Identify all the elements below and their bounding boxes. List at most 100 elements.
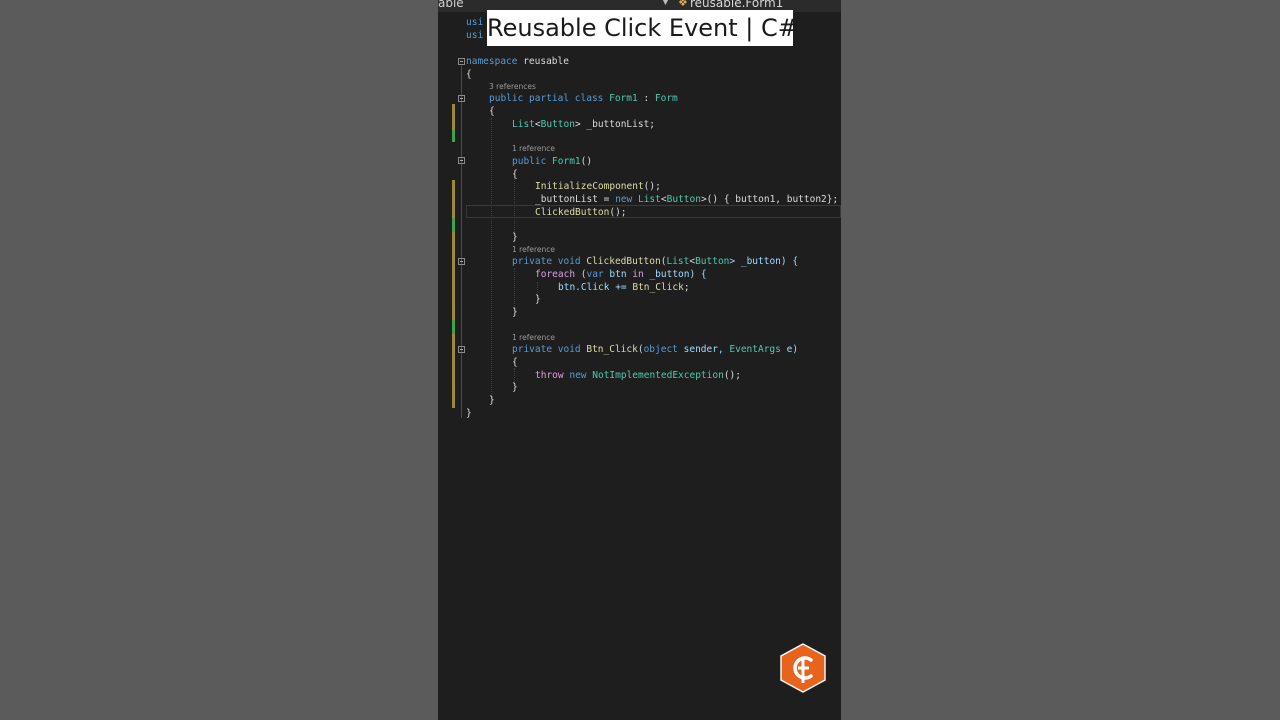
code-line-brace[interactable]: { bbox=[512, 168, 518, 181]
code-line-namespace[interactable]: namespace reusable bbox=[466, 55, 569, 68]
type-name: NotImplementedException bbox=[592, 370, 724, 381]
brace: { bbox=[512, 169, 518, 180]
keyword: public bbox=[512, 156, 547, 167]
punctuation: ; bbox=[683, 282, 690, 293]
method-name: ClickedButton bbox=[535, 207, 610, 218]
brace: } bbox=[535, 294, 541, 305]
keyword: namespace bbox=[466, 56, 518, 67]
identifier: _buttonList = bbox=[535, 194, 616, 205]
code-line-brace[interactable]: } bbox=[489, 394, 495, 407]
change-indicator bbox=[452, 320, 455, 334]
right-letterbox bbox=[841, 0, 1280, 720]
code-line-brace[interactable]: { bbox=[489, 105, 495, 118]
code-line-brace[interactable]: } bbox=[535, 293, 541, 306]
code-line-constructor[interactable]: public Form1() bbox=[512, 155, 592, 168]
codelens-references[interactable]: 3 references bbox=[489, 82, 536, 92]
video-title-banner: Reusable Click Event | C# bbox=[487, 10, 798, 46]
method-name: Btn_Click bbox=[632, 282, 684, 293]
method-name: ClickedButton bbox=[580, 256, 661, 267]
type-name: List bbox=[637, 194, 661, 205]
keyword: var bbox=[586, 269, 604, 280]
code-line-brace[interactable]: } bbox=[512, 306, 518, 319]
control-keyword: in bbox=[632, 269, 644, 280]
brace: { bbox=[466, 69, 472, 80]
code-line-brace[interactable]: } bbox=[512, 381, 518, 394]
code-area[interactable]: usi usi namespace reusable { 3 reference… bbox=[438, 0, 841, 720]
parameter: > _button) { bbox=[729, 256, 799, 267]
code-editor[interactable]: able ▼ ❖ reusable.Form1 usi usi namespac… bbox=[438, 0, 841, 720]
punctuation: ( bbox=[575, 269, 587, 280]
csharp-logo-icon bbox=[780, 643, 826, 693]
identifier: >() { button1, button2}; bbox=[700, 194, 839, 205]
change-indicator bbox=[452, 218, 455, 232]
collapse-icon[interactable] bbox=[458, 157, 465, 164]
code-line-throw[interactable]: throw new NotImplementedException(); bbox=[535, 369, 741, 382]
punctuation: (); bbox=[723, 370, 741, 381]
keyword: new bbox=[615, 194, 633, 205]
parameter: e) bbox=[780, 344, 799, 355]
control-keyword: foreach bbox=[535, 269, 576, 280]
method-name: Btn_Click bbox=[580, 344, 638, 355]
identifier: btn.Click += bbox=[558, 282, 633, 293]
code-line-brace[interactable]: } bbox=[512, 231, 518, 244]
type-name: Form1 bbox=[546, 156, 581, 167]
change-indicator bbox=[452, 180, 455, 408]
keyword: new bbox=[569, 370, 587, 381]
codelens-references[interactable]: 1 reference bbox=[512, 245, 555, 255]
left-letterbox bbox=[0, 0, 438, 720]
codelens-references[interactable]: 1 reference bbox=[512, 333, 555, 343]
collapse-icon[interactable] bbox=[458, 58, 465, 65]
brace: { bbox=[489, 106, 495, 117]
type-name: EventArgs bbox=[729, 344, 781, 355]
code-line-foreach[interactable]: foreach (var btn in _button) { bbox=[535, 268, 707, 281]
method-name: InitializeComponent bbox=[535, 181, 644, 192]
code-line-brace[interactable]: { bbox=[466, 68, 472, 81]
code-line-using: usi bbox=[466, 30, 484, 41]
brace: } bbox=[466, 408, 472, 419]
codelens-references[interactable]: 1 reference bbox=[512, 144, 555, 154]
code-line-clicked-call[interactable]: ClickedButton(); bbox=[535, 206, 627, 219]
code-line-method-btnclick[interactable]: private void Btn_Click(object sender, Ev… bbox=[512, 343, 798, 356]
brace: } bbox=[512, 382, 518, 393]
code-line-click-subscribe[interactable]: btn.Click += Btn_Click; bbox=[558, 281, 690, 294]
code-line-using: usi bbox=[466, 17, 484, 28]
parameter: sender, bbox=[677, 344, 730, 355]
fold-line bbox=[461, 102, 462, 404]
brace: } bbox=[489, 395, 495, 406]
identifier: _button) { bbox=[643, 269, 707, 280]
type-name: Button bbox=[695, 256, 730, 267]
punctuation: (); bbox=[609, 207, 627, 218]
code-line-assign[interactable]: _buttonList = new List<Button>() { butto… bbox=[535, 193, 838, 206]
code-line-method-clicked[interactable]: private void ClickedButton(List<Button> … bbox=[512, 255, 798, 268]
control-keyword: throw bbox=[535, 370, 564, 381]
code-line-field[interactable]: List<Button> _buttonList; bbox=[512, 118, 655, 131]
type-name: Form1 bbox=[603, 93, 638, 104]
code-line-brace[interactable]: } bbox=[466, 407, 472, 420]
type-name: List bbox=[666, 256, 690, 267]
type-name: Button bbox=[540, 119, 575, 130]
punctuation: () bbox=[580, 156, 593, 167]
identifier: btn bbox=[603, 269, 633, 280]
identifier: > _buttonList; bbox=[574, 119, 656, 130]
type-name: List bbox=[512, 119, 535, 130]
code-line-brace[interactable]: { bbox=[512, 356, 518, 369]
change-indicator bbox=[452, 130, 455, 142]
indent-guide bbox=[491, 118, 492, 400]
collapse-icon[interactable] bbox=[458, 346, 465, 353]
type-name: Button bbox=[666, 194, 701, 205]
collapse-icon[interactable] bbox=[458, 258, 465, 265]
keyword: private void bbox=[512, 256, 581, 267]
keyword: public partial class bbox=[489, 93, 604, 104]
collapse-icon[interactable] bbox=[458, 95, 465, 102]
current-line-highlight bbox=[466, 205, 841, 218]
punctuation: (); bbox=[643, 181, 661, 192]
keyword: private void bbox=[512, 344, 581, 355]
brace: } bbox=[512, 307, 518, 318]
type-name: Form bbox=[654, 93, 678, 104]
code-line-class[interactable]: public partial class Form1 : Form bbox=[489, 92, 678, 105]
code-line-init[interactable]: InitializeComponent(); bbox=[535, 180, 661, 193]
keyword: object bbox=[643, 344, 678, 355]
punctuation: : bbox=[637, 93, 655, 104]
brace: } bbox=[512, 232, 518, 243]
brace: { bbox=[512, 357, 518, 368]
